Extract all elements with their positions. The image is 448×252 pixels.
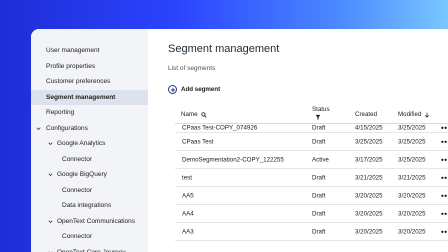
sidebar-item[interactable]: Configurations bbox=[31, 121, 148, 137]
table-header: Name Status Created Modified bbox=[175, 104, 448, 124]
table-row[interactable]: test Draft 3/21/2025 3/21/2025 ••• bbox=[175, 169, 448, 187]
created-date: 3/25/2025 bbox=[355, 138, 383, 145]
status-text: Draft bbox=[312, 138, 326, 145]
chevron-down-icon[interactable] bbox=[36, 126, 41, 131]
table-row[interactable]: AA4 Draft 3/20/2025 3/20/2025 ••• bbox=[175, 205, 448, 223]
more-options-icon[interactable]: ••• bbox=[441, 173, 448, 182]
more-options-icon[interactable]: ••• bbox=[441, 124, 448, 133]
table-row[interactable]: CPaas Test-COPY_074926 Draft 4/15/2025 3/25… bbox=[175, 124, 448, 133]
segment-name: test bbox=[182, 174, 192, 181]
sidebar-item[interactable]: OpenText Core Journey bbox=[31, 245, 148, 252]
column-modified-label: Modified bbox=[398, 111, 422, 118]
status-text: Draft bbox=[312, 192, 326, 199]
sidebar-item-label: Profile properties bbox=[46, 62, 96, 70]
sidebar-item[interactable]: Google BigQuery bbox=[31, 167, 148, 183]
sidebar: User management Profile properties Custome… bbox=[31, 29, 148, 252]
page-title: Segment management bbox=[168, 43, 280, 55]
created-date: 3/20/2025 bbox=[355, 192, 383, 199]
sidebar-item[interactable]: Data integrations bbox=[31, 198, 148, 214]
table-body: CPaas Test-COPY_074926 Draft 4/15/2025 3/25… bbox=[175, 124, 448, 241]
sidebar-item[interactable]: OpenText Communications bbox=[31, 214, 148, 230]
created-date: 3/17/2025 bbox=[355, 156, 383, 163]
sidebar-item[interactable]: Customer preferences bbox=[31, 74, 148, 90]
column-header-created[interactable]: Created bbox=[355, 111, 377, 118]
filter-icon[interactable] bbox=[315, 114, 321, 120]
sidebar-item-label: User management bbox=[46, 47, 100, 55]
sidebar-item-label: Customer preferences bbox=[46, 78, 111, 86]
column-header-modified[interactable]: Modified bbox=[398, 111, 430, 118]
chevron-down-icon[interactable] bbox=[48, 172, 53, 177]
segment-name: AA4 bbox=[182, 210, 194, 217]
segment-name: CPaas Test bbox=[182, 138, 214, 145]
sidebar-item[interactable]: Profile properties bbox=[31, 59, 148, 75]
app-window: User management Profile properties Custome… bbox=[31, 29, 448, 252]
sidebar-item[interactable]: Connector bbox=[31, 152, 148, 168]
more-options-icon[interactable]: ••• bbox=[441, 155, 448, 164]
sidebar-item-label: Connector bbox=[62, 155, 92, 163]
add-segment-button[interactable]: Add segment bbox=[168, 85, 220, 94]
table-row[interactable]: AA3 Draft 3/20/2025 3/20/2025 ••• bbox=[175, 223, 448, 241]
sidebar-item-label: Connector bbox=[62, 186, 92, 194]
status-text: Draft bbox=[312, 124, 326, 132]
modified-date: 3/21/2025 bbox=[398, 174, 426, 181]
column-header-status[interactable]: Status bbox=[312, 106, 330, 120]
segment-name: DemoSegmentation2-COPY_122255 bbox=[182, 156, 284, 163]
sidebar-item-label: Reporting bbox=[46, 109, 75, 117]
chevron-down-icon[interactable] bbox=[48, 141, 53, 146]
status-text: Draft bbox=[312, 210, 326, 217]
sidebar-item-label: OpenText Communications bbox=[57, 217, 136, 225]
add-segment-label: Add segment bbox=[181, 86, 221, 93]
modified-date: 3/20/2025 bbox=[398, 192, 426, 199]
sidebar-item[interactable]: User management bbox=[31, 43, 148, 59]
more-options-icon[interactable]: ••• bbox=[441, 137, 448, 146]
table-row[interactable]: DemoSegmentation2-COPY_122255 Active 3/17/… bbox=[175, 151, 448, 169]
column-name-label: Name bbox=[181, 111, 198, 118]
sidebar-item-label: Segment management bbox=[46, 93, 116, 101]
modified-date: 3/25/2025 bbox=[398, 138, 426, 145]
created-date: 3/21/2025 bbox=[355, 174, 383, 181]
main-content: Segment management List of segments Add … bbox=[148, 29, 448, 252]
modified-date: 3/25/2025 bbox=[398, 156, 426, 163]
created-date: 3/20/2025 bbox=[355, 210, 383, 217]
segment-name: AA5 bbox=[182, 192, 194, 199]
column-header-name[interactable]: Name bbox=[181, 111, 207, 118]
status-text: Draft bbox=[312, 228, 326, 235]
column-status-label: Status bbox=[312, 106, 330, 113]
segment-name: CPaas Test-COPY_074926 bbox=[182, 124, 258, 132]
table-row[interactable]: AA5 Draft 3/20/2025 3/20/2025 ••• bbox=[175, 187, 448, 205]
more-options-icon[interactable]: ••• bbox=[441, 191, 448, 200]
segments-table: Name Status Created Modified CPaas Test-… bbox=[175, 104, 448, 241]
modified-date: 3/20/2025 bbox=[398, 228, 426, 235]
plus-icon bbox=[168, 85, 177, 94]
sidebar-item-label: Google BigQuery bbox=[57, 171, 107, 179]
sidebar-item-label: Data integrations bbox=[62, 202, 112, 210]
more-options-icon[interactable]: ••• bbox=[441, 209, 448, 218]
search-icon[interactable] bbox=[200, 111, 207, 118]
status-text: Draft bbox=[312, 174, 326, 181]
more-options-icon[interactable]: ••• bbox=[441, 227, 448, 236]
sidebar-item[interactable]: Connector bbox=[31, 229, 148, 245]
table-row[interactable]: CPaas Test Draft 3/25/2025 3/25/2025 ••• bbox=[175, 133, 448, 151]
modified-date: 3/20/2025 bbox=[398, 210, 426, 217]
modified-date: 3/25/2025 bbox=[398, 124, 426, 132]
sidebar-item[interactable]: Reporting bbox=[31, 105, 148, 121]
created-date: 4/15/2025 bbox=[355, 124, 383, 132]
sidebar-item-label: Configurations bbox=[46, 124, 88, 132]
created-date: 3/20/2025 bbox=[355, 228, 383, 235]
list-subtitle: List of segments bbox=[168, 65, 216, 72]
sidebar-item-label: Google Analytics bbox=[57, 140, 106, 148]
sort-down-arrow-icon[interactable] bbox=[424, 112, 430, 118]
sidebar-item-label: Connector bbox=[62, 233, 92, 241]
sidebar-item[interactable]: Google Analytics bbox=[31, 136, 148, 152]
sidebar-item[interactable]: Connector bbox=[31, 183, 148, 199]
status-text: Active bbox=[312, 156, 329, 163]
segment-name: AA3 bbox=[182, 228, 194, 235]
sidebar-item[interactable]: Segment management bbox=[31, 89, 148, 105]
chevron-down-icon[interactable] bbox=[48, 219, 53, 224]
